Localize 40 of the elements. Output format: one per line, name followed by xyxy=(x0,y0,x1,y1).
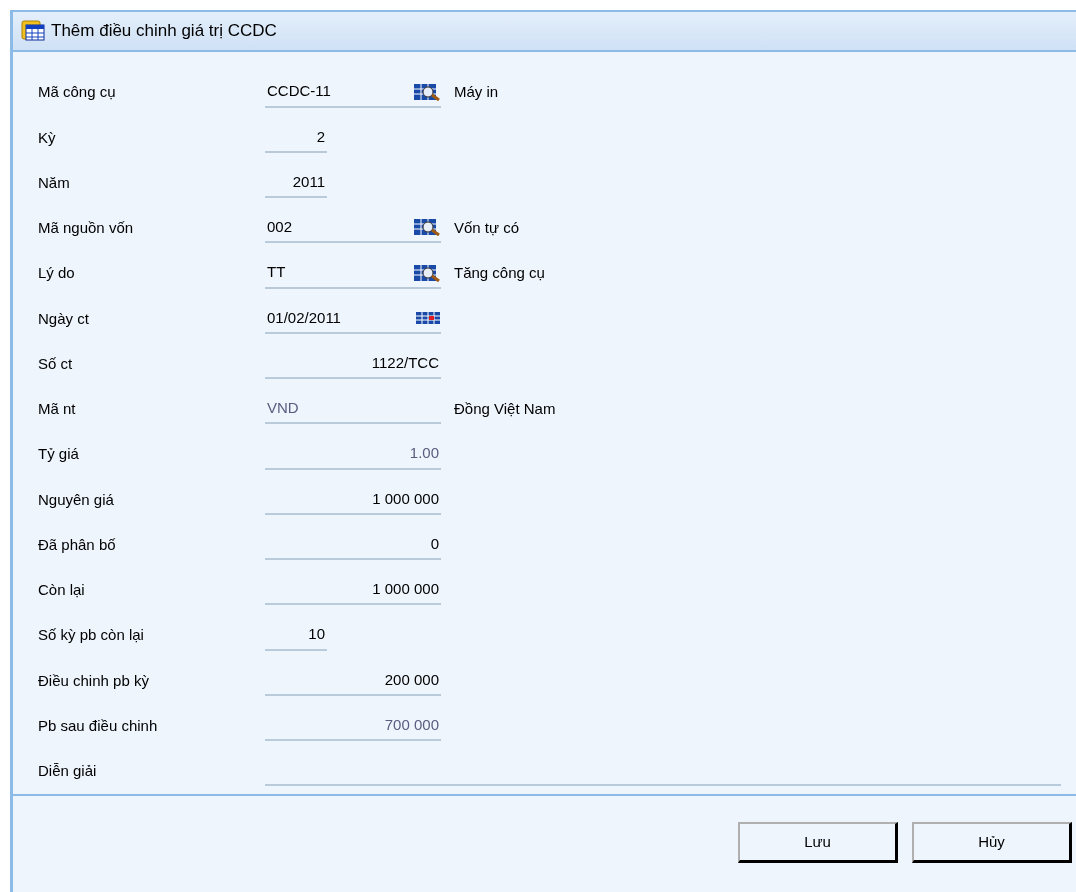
input-field[interactable]: 1122/TCC xyxy=(265,349,441,380)
input-field[interactable]: 200 000 xyxy=(265,665,441,696)
input-field[interactable]: 1 000 000 xyxy=(265,575,441,606)
field-description: Vốn tự có xyxy=(454,218,520,239)
input-field[interactable]: TT xyxy=(265,258,441,289)
field-label: Kỳ xyxy=(38,127,57,148)
field-label: Ngày ct xyxy=(38,308,90,329)
field-label: Còn lại xyxy=(38,580,86,601)
input-field[interactable]: 0 xyxy=(265,530,441,561)
field-label: Số kỳ pb còn lại xyxy=(38,625,145,646)
field-label: Diễn giải xyxy=(38,761,98,782)
field-description: Tăng công cụ xyxy=(454,263,545,284)
input-field[interactable]: 10 xyxy=(265,620,327,651)
input-field[interactable]: 2011 xyxy=(265,168,327,199)
field-label: Năm xyxy=(38,172,71,193)
field-label: Nguyên giá xyxy=(38,489,115,510)
field-label: Mã nt xyxy=(38,399,77,420)
input-field[interactable]: 01/02/2011 xyxy=(265,303,441,334)
input-field[interactable]: 2 xyxy=(265,122,327,153)
cancel-button[interactable]: Hủy xyxy=(912,822,1072,863)
search-icon[interactable] xyxy=(413,82,441,101)
save-button[interactable]: Lưu xyxy=(738,822,898,863)
field-label: Lý do xyxy=(38,263,76,284)
search-icon[interactable] xyxy=(413,263,441,282)
field-label: Đã phân bố xyxy=(38,534,117,555)
input-field[interactable]: 1 000 000 xyxy=(265,484,441,515)
field-description: Đồng Việt Nam xyxy=(454,399,556,420)
table-icon xyxy=(21,20,45,42)
field-label: Số ct xyxy=(38,353,74,374)
field-label: Pb sau điều chinh xyxy=(38,715,159,736)
field-description: Máy in xyxy=(454,82,499,103)
calendar-icon[interactable] xyxy=(415,310,441,325)
field-label: Mã nguồn vốn xyxy=(38,218,135,239)
field-label: Điều chinh pb kỳ xyxy=(38,670,150,691)
input-field[interactable]: 002 xyxy=(265,213,441,244)
window-title: Thêm điều chinh giá trị CCDC xyxy=(51,20,277,43)
search-icon[interactable] xyxy=(413,218,441,237)
field-label: Mã công cụ xyxy=(38,82,117,103)
field-label: Tỷ giá xyxy=(38,444,80,465)
input-field[interactable]: CCDC-11 xyxy=(265,77,441,108)
